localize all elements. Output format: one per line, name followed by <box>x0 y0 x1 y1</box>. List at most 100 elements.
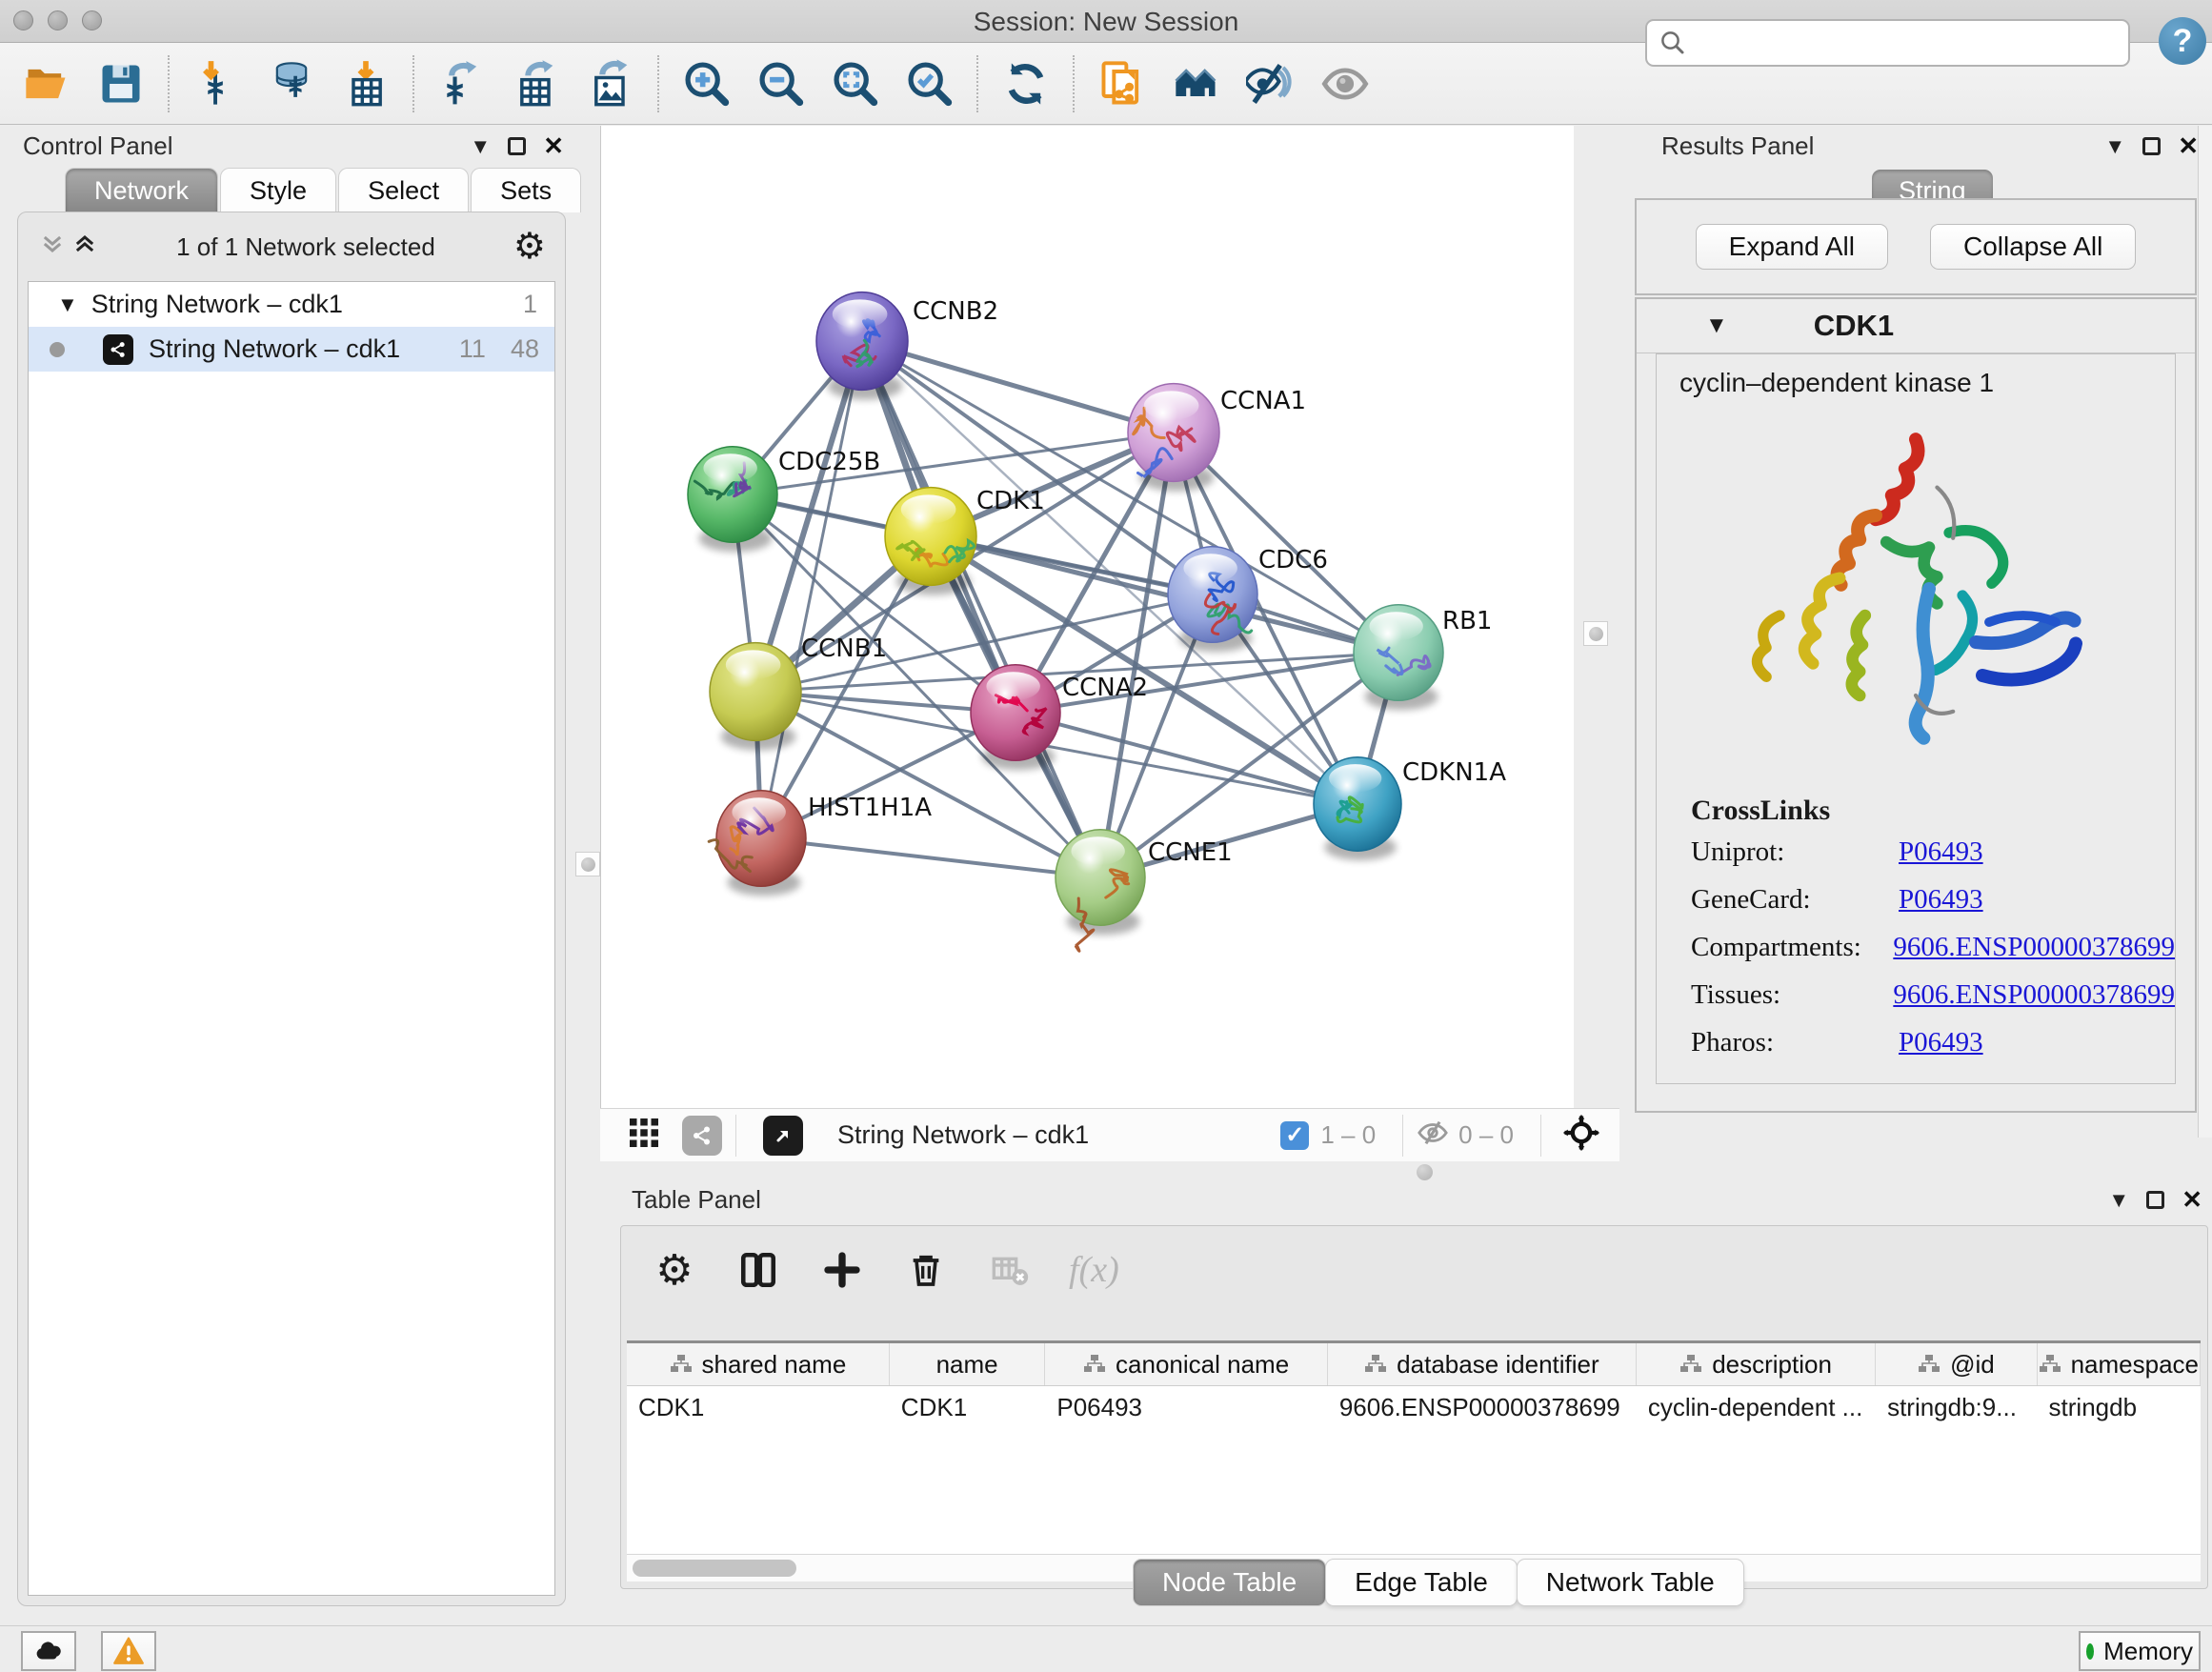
tab-sets[interactable]: Sets <box>471 168 581 212</box>
home-networks-button[interactable] <box>1165 52 1228 115</box>
tab-network-table[interactable]: Network Table <box>1517 1559 1744 1606</box>
network-edge[interactable] <box>1016 713 1357 804</box>
table-cell[interactable]: stringdb:9... <box>1876 1386 2037 1428</box>
network-node-ccnb2[interactable] <box>816 292 908 400</box>
zoom-fit-button[interactable] <box>824 52 887 115</box>
network-edge[interactable] <box>931 536 1398 653</box>
table-cell[interactable]: stringdb <box>2038 1386 2201 1428</box>
refresh-button[interactable] <box>995 52 1057 115</box>
tab-select[interactable]: Select <box>338 168 469 212</box>
search-input[interactable] <box>1695 24 2128 62</box>
column-header-description[interactable]: description <box>1637 1343 1876 1385</box>
network-node-hist1h1a[interactable] <box>709 791 806 896</box>
column-header-shared-name[interactable]: shared name <box>627 1343 890 1385</box>
column-header-canonical-name[interactable]: canonical name <box>1045 1343 1328 1385</box>
zoom-in-button[interactable] <box>675 52 738 115</box>
table-panel-float-icon[interactable] <box>2146 1191 2164 1209</box>
crosslink-link[interactable]: P06493 <box>1899 884 1983 916</box>
tab-node-table[interactable]: Node Table <box>1133 1559 1326 1606</box>
tree-expander-icon[interactable]: ▼ <box>57 292 78 317</box>
string-import-button[interactable] <box>1091 52 1154 115</box>
network-node-cdc6[interactable] <box>1168 547 1257 653</box>
tab-style[interactable]: Style <box>220 168 336 212</box>
table-cell[interactable]: CDK1 <box>890 1386 1046 1428</box>
left-splitter-handle[interactable] <box>575 852 600 876</box>
table-cell[interactable]: P06493 <box>1045 1386 1327 1428</box>
crosslink-link[interactable]: 9606.ENSP00000378699 <box>1893 932 2175 963</box>
column-header-namespace[interactable]: namespace <box>2038 1343 2201 1385</box>
cloud-status-button[interactable] <box>21 1631 76 1671</box>
network-node-ccna2[interactable] <box>971 665 1060 771</box>
control-panel-close-icon[interactable]: ✕ <box>543 131 564 161</box>
delete-column-trash-icon[interactable] <box>901 1245 951 1295</box>
table-cell[interactable]: 9606.ENSP00000378699 <box>1328 1386 1637 1428</box>
gene-section-header[interactable]: ▼ CDK1 <box>1637 299 2195 353</box>
selected-checkbox-icon[interactable]: ✓ <box>1280 1121 1309 1150</box>
network-node-rb1[interactable] <box>1354 605 1443 711</box>
results-panel-collapse-icon[interactable]: ▼ <box>2104 134 2125 159</box>
results-panel-float-icon[interactable] <box>2142 137 2161 155</box>
results-panel-close-icon[interactable]: ✕ <box>2178 131 2199 161</box>
network-node-cdk1[interactable] <box>885 488 976 595</box>
expand-all-networks-icon[interactable] <box>71 231 98 263</box>
control-panel-collapse-icon[interactable]: ▼ <box>470 134 491 159</box>
network-node-ccne1[interactable] <box>1056 830 1145 952</box>
table-cell[interactable]: cyclin-dependent ... <box>1637 1386 1876 1428</box>
table-cell[interactable]: CDK1 <box>627 1386 890 1428</box>
table-panel-collapse-icon[interactable]: ▼ <box>2108 1188 2129 1213</box>
horizontal-splitter[interactable] <box>600 1161 2212 1181</box>
network-node-cdc25b[interactable] <box>688 447 777 553</box>
open-in-new-window-icon[interactable] <box>763 1116 803 1156</box>
table-settings-gear-icon[interactable]: ⚙ <box>650 1245 699 1295</box>
export-table-button[interactable] <box>505 52 568 115</box>
export-network-button[interactable] <box>431 52 493 115</box>
tab-network[interactable]: Network <box>65 168 218 212</box>
import-table-button[interactable] <box>334 52 397 115</box>
network-collection-row[interactable]: ▼ String Network – cdk1 1 <box>29 282 554 327</box>
network-canvas[interactable]: CCNB2CCNA1CDC25BCDK1CDC6RB1CCNB1CCNA2CDK… <box>600 126 1575 1108</box>
table-panel-close-icon[interactable]: ✕ <box>2182 1185 2202 1215</box>
network-edge[interactable] <box>862 341 1174 433</box>
crosslink-link[interactable]: 9606.ENSP00000378699 <box>1893 979 2175 1011</box>
add-column-icon[interactable] <box>817 1245 867 1295</box>
show-columns-icon[interactable] <box>734 1245 783 1295</box>
right-splitter-handle[interactable] <box>1583 621 1608 646</box>
crosslink-link[interactable]: P06493 <box>1899 1027 1983 1058</box>
column-header-database-identifier[interactable]: database identifier <box>1328 1343 1637 1385</box>
column-header--id[interactable]: @id <box>1876 1343 2037 1385</box>
hide-panel-button[interactable] <box>1239 52 1302 115</box>
network-edge[interactable] <box>761 838 1100 877</box>
network-options-gear-icon[interactable]: ⚙ <box>513 229 546 265</box>
hidden-eye-slash-icon[interactable] <box>1417 1117 1449 1154</box>
show-panel-button[interactable] <box>1314 52 1377 115</box>
gene-expander-icon[interactable]: ▼ <box>1705 312 1728 339</box>
zoom-out-button[interactable] <box>750 52 813 115</box>
export-image-button[interactable] <box>579 52 642 115</box>
help-button[interactable]: ? <box>2159 17 2206 65</box>
expand-all-button[interactable]: Expand All <box>1696 224 1888 270</box>
open-session-button[interactable] <box>15 52 78 115</box>
memory-button[interactable]: Memory <box>2079 1631 2201 1671</box>
string-network-graph[interactable]: CCNB2CCNA1CDC25BCDK1CDC6RB1CCNB1CCNA2CDK… <box>601 126 1575 1108</box>
network-node-ccna1[interactable] <box>1128 384 1219 492</box>
horizontal-splitter-handle[interactable] <box>1417 1164 1433 1180</box>
control-panel-float-icon[interactable] <box>508 137 526 155</box>
pan-crosshair-icon[interactable] <box>1562 1114 1600 1157</box>
table-row[interactable]: CDK1CDK1P064939606.ENSP00000378699cyclin… <box>627 1386 2201 1428</box>
warnings-button[interactable] <box>101 1631 156 1671</box>
column-header-name[interactable]: name <box>890 1343 1046 1385</box>
birds-eye-view-icon[interactable] <box>627 1116 661 1155</box>
import-network-button[interactable] <box>186 52 249 115</box>
collapse-all-networks-icon[interactable] <box>39 231 66 263</box>
crosslink-link[interactable]: P06493 <box>1899 836 1983 868</box>
network-node-ccnb1[interactable] <box>710 643 801 751</box>
network-row[interactable]: String Network – cdk1 11 48 <box>29 327 554 372</box>
save-session-button[interactable] <box>90 52 152 115</box>
collapse-all-button[interactable]: Collapse All <box>1930 224 2136 270</box>
zoom-selected-button[interactable] <box>898 52 961 115</box>
results-scrollbar[interactable] <box>2198 126 2212 1138</box>
network-node-cdkn1a[interactable] <box>1314 757 1401 860</box>
scrollbar-thumb[interactable] <box>633 1560 796 1577</box>
import-database-button[interactable] <box>260 52 323 115</box>
network-edge[interactable] <box>761 341 862 838</box>
